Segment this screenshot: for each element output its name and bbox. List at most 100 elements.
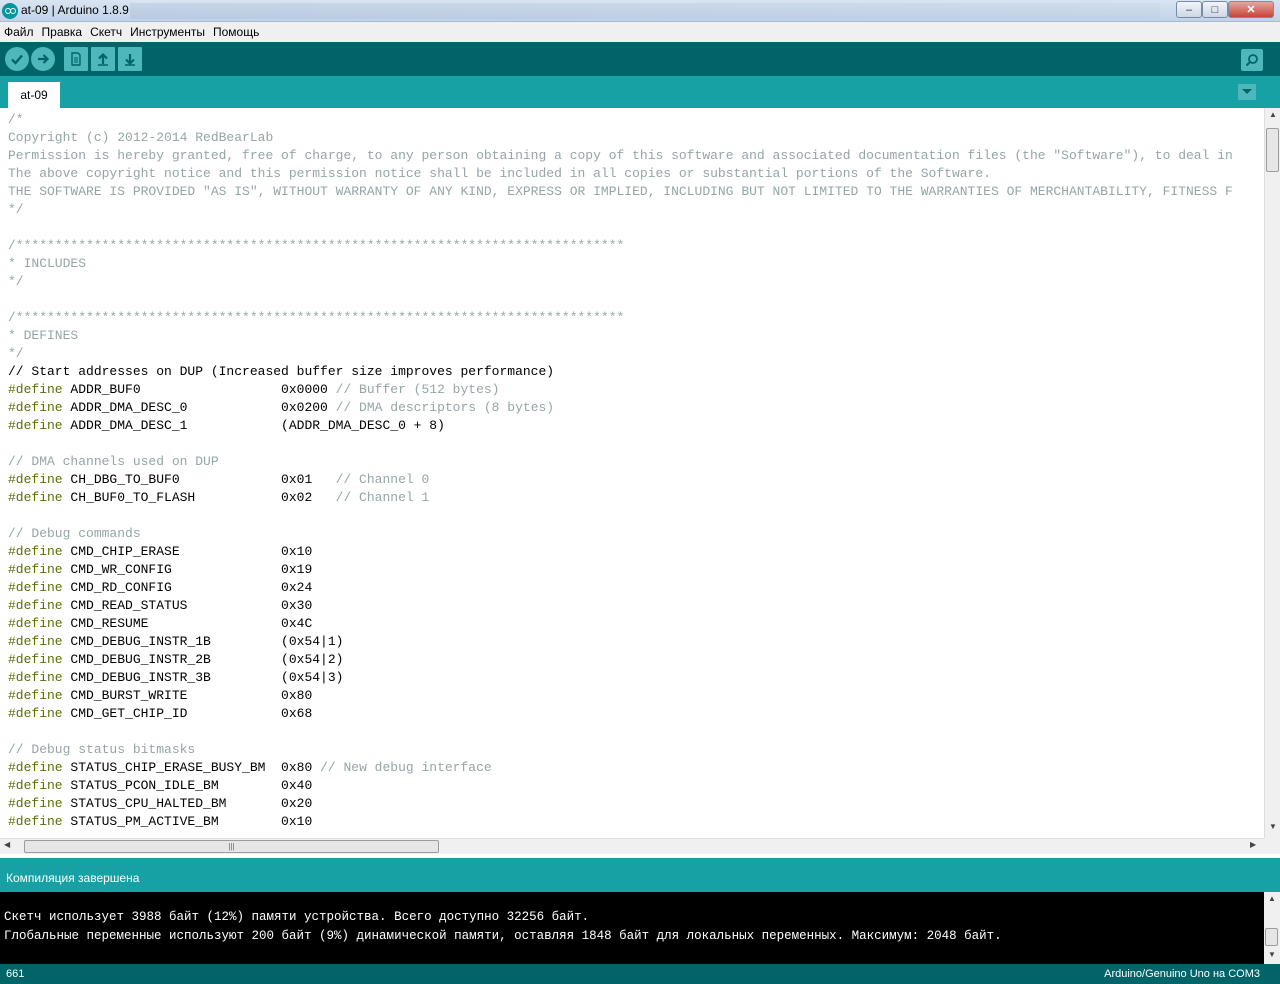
code-token: Permission is hereby granted, free of ch… [8, 148, 1233, 163]
code-line[interactable]: The above copyright notice and this perm… [8, 165, 1233, 183]
code-line[interactable]: /***************************************… [8, 237, 1233, 255]
console-scrollbar[interactable]: ▲ ▼ [1264, 892, 1280, 964]
code-token: */ [8, 274, 24, 289]
code-line[interactable]: #define STATUS_CPU_HALTED_BM 0x20 [8, 795, 1233, 813]
code-token: #define [8, 598, 63, 613]
code-line[interactable]: #define STATUS_PCON_IDLE_BM 0x40 [8, 777, 1233, 795]
code-line[interactable]: THE SOFTWARE IS PROVIDED "AS IS", WITHOU… [8, 183, 1233, 201]
console-output[interactable]: Скетч использует 3988 байт (12%) памяти … [0, 892, 1264, 964]
code-token: CMD_READ_STATUS 0x30 [62, 598, 313, 613]
code-editor[interactable]: /* Copyright (c) 2012-2014 RedBearLab Perm… [0, 108, 1264, 838]
scroll-thumb-horizontal[interactable]: ||| [24, 840, 439, 853]
code-line[interactable]: #define CH_DBG_TO_BUF0 0x01 // Channel 0 [8, 471, 1233, 489]
code-line[interactable]: #define ADDR_BUF0 0x0000 // Buffer (512 … [8, 381, 1233, 399]
footer-bar: 661 Arduino/Genuino Uno на COM3 [0, 964, 1280, 984]
code-token: // Start addresses on DUP (Increased buf… [8, 364, 555, 379]
scroll-up-icon[interactable]: ▲ [1264, 894, 1280, 903]
code-token: // DMA channels used on DUP [8, 454, 219, 469]
save-sketch-button[interactable] [118, 47, 142, 71]
scroll-down-icon[interactable]: ▼ [1264, 950, 1280, 959]
code-token: ADDR_DMA_DESC_0 0x0200 [62, 400, 336, 415]
scroll-left-icon[interactable]: ◀ [4, 840, 10, 849]
code-line[interactable]: #define CMD_RD_CONFIG 0x24 [8, 579, 1233, 597]
editor-horizontal-scrollbar[interactable]: ◀ ||| ▶ [0, 838, 1264, 854]
code-line[interactable]: #define CMD_WR_CONFIG 0x19 [8, 561, 1233, 579]
code-line[interactable]: // Debug commands [8, 525, 1233, 543]
code-token: The above copyright notice and this perm… [8, 166, 991, 181]
new-file-icon [71, 52, 81, 66]
code-line[interactable]: #define STATUS_PM_ACTIVE_BM 0x10 [8, 813, 1233, 831]
code-line[interactable] [8, 291, 1233, 309]
code-token: CMD_BURST_WRITE 0x80 [62, 688, 313, 703]
scroll-up-icon[interactable]: ▲ [1265, 110, 1280, 124]
close-button[interactable]: ✕ [1228, 1, 1274, 18]
new-sketch-button[interactable] [64, 47, 88, 71]
code-token: // Debug status bitmasks [8, 742, 196, 757]
code-token: // New debug interface [320, 760, 492, 775]
editor-vertical-scrollbar[interactable]: ▲ ▼ [1264, 108, 1280, 838]
code-token: * DEFINES [8, 328, 79, 343]
code-line[interactable]: #define CMD_CHIP_ERASE 0x10 [8, 543, 1233, 561]
code-line[interactable]: /* [8, 111, 1233, 129]
code-line[interactable]: #define CMD_DEBUG_INSTR_3B (0x54|3) [8, 669, 1233, 687]
code-line[interactable]: */ [8, 201, 1233, 219]
code-token: STATUS_CHIP_ERASE_BUSY_BM 0x80 [62, 760, 321, 775]
code-line[interactable]: #define CMD_GET_CHIP_ID 0x68 [8, 705, 1233, 723]
code-line[interactable]: // Debug status bitmasks [8, 741, 1233, 759]
scroll-down-icon[interactable]: ▼ [1265, 822, 1280, 836]
code-line[interactable]: #define CMD_READ_STATUS 0x30 [8, 597, 1233, 615]
toolbar [0, 42, 1280, 76]
console-line: Скетч использует 3988 байт (12%) памяти … [4, 910, 590, 924]
code-line[interactable]: * INCLUDES [8, 255, 1233, 273]
menu-sketch[interactable]: Скетч [90, 25, 122, 39]
code-line[interactable]: Permission is hereby granted, free of ch… [8, 147, 1233, 165]
code-line[interactable]: Copyright (c) 2012-2014 RedBearLab [8, 129, 1233, 147]
tab-at-09[interactable]: at-09 [8, 82, 60, 108]
code-line[interactable] [8, 435, 1233, 453]
code-line[interactable]: #define CMD_BURST_WRITE 0x80 [8, 687, 1233, 705]
code-token: #define [8, 580, 63, 595]
scroll-right-icon[interactable]: ▶ [1250, 840, 1256, 849]
scroll-thumb[interactable] [1265, 928, 1278, 946]
code-token: CH_DBG_TO_BUF0 0x01 [62, 472, 336, 487]
code-line[interactable]: #define CMD_DEBUG_INSTR_1B (0x54|1) [8, 633, 1233, 651]
serial-monitor-button[interactable] [1241, 49, 1263, 71]
code-line[interactable]: */ [8, 273, 1233, 291]
code-token: // Debug commands [8, 526, 141, 541]
code-token: * INCLUDES [8, 256, 87, 271]
verify-button[interactable] [5, 47, 29, 71]
maximize-button[interactable]: □ [1202, 1, 1228, 18]
menu-tools[interactable]: Инструменты [130, 25, 205, 39]
code-token: // Channel 0 [335, 472, 430, 487]
code-token: /***************************************… [8, 238, 625, 253]
menu-file[interactable]: Файл [4, 25, 34, 39]
code-line[interactable]: */ [8, 345, 1233, 363]
code-line[interactable] [8, 507, 1233, 525]
code-text[interactable]: /* Copyright (c) 2012-2014 RedBearLab Perm… [8, 111, 1233, 831]
code-token: CMD_DEBUG_INSTR_3B (0x54|3) [62, 670, 344, 685]
code-line[interactable] [8, 219, 1233, 237]
code-token: ADDR_BUF0 0x0000 [62, 382, 336, 397]
code-line[interactable]: // DMA channels used on DUP [8, 453, 1233, 471]
menu-help[interactable]: Помощь [213, 25, 259, 39]
code-line[interactable]: #define CMD_DEBUG_INSTR_2B (0x54|2) [8, 651, 1233, 669]
open-sketch-button[interactable] [91, 47, 115, 71]
code-line[interactable]: #define STATUS_CHIP_ERASE_BUSY_BM 0x80 /… [8, 759, 1233, 777]
code-token: #define [8, 382, 63, 397]
menu-edit[interactable]: Правка [42, 25, 83, 39]
upload-button[interactable] [31, 47, 55, 71]
code-token: ADDR_DMA_DESC_1 (ADDR_DMA_DESC_0 + 8) [62, 418, 445, 433]
code-line[interactable]: * DEFINES [8, 327, 1233, 345]
code-line[interactable]: #define ADDR_DMA_DESC_1 (ADDR_DMA_DESC_0… [8, 417, 1233, 435]
code-line[interactable]: // Start addresses on DUP (Increased buf… [8, 363, 1233, 381]
code-line[interactable]: /***************************************… [8, 309, 1233, 327]
code-line[interactable]: #define ADDR_DMA_DESC_0 0x0200 // DMA de… [8, 399, 1233, 417]
scroll-thumb[interactable] [1266, 128, 1279, 172]
code-line[interactable]: #define CH_BUF0_TO_FLASH 0x02 // Channel… [8, 489, 1233, 507]
minimize-button[interactable]: ‒ [1176, 1, 1202, 18]
code-token: CH_BUF0_TO_FLASH 0x02 [62, 490, 336, 505]
code-line[interactable] [8, 723, 1233, 741]
code-line[interactable]: #define CMD_RESUME 0x4C [8, 615, 1233, 633]
tab-menu-button[interactable] [1238, 84, 1256, 100]
close-icon: ✕ [1246, 4, 1256, 16]
